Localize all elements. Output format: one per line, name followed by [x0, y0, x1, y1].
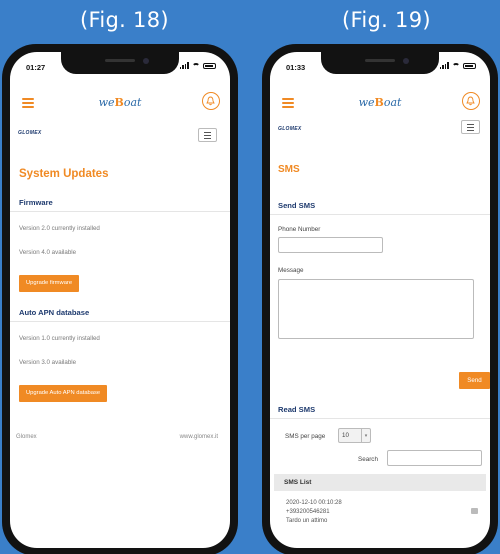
sms-date: 2020-12-10 00:10:28	[286, 500, 342, 506]
phone-screen: 01:27 weBoat GLOMEX System Updates Firmw…	[10, 52, 230, 548]
firmware-available: Version 4.0 available	[19, 249, 77, 256]
read-sms-heading: Read SMS	[270, 405, 490, 419]
app-header: weBoat	[10, 92, 230, 116]
phone-screen: 01:33 weBoat GLOMEX SMS Send SMS Phone N…	[270, 52, 490, 548]
phone-notch	[61, 52, 179, 74]
search-input[interactable]	[387, 450, 482, 466]
firmware-installed: Version 2.0 currently installed	[19, 225, 100, 232]
brand-logo: weBoat	[98, 96, 142, 109]
glomex-logo: GLOMEX	[278, 126, 302, 132]
battery-icon	[203, 62, 216, 69]
send-button[interactable]: Send	[459, 372, 490, 389]
page-title: SMS	[278, 164, 300, 175]
per-page-select[interactable]: 10 ▾	[338, 428, 371, 443]
phone-number-input[interactable]	[278, 237, 383, 253]
chevron-down-icon: ▾	[361, 429, 370, 442]
sms-list-header: SMS List	[274, 474, 486, 491]
caption-fig-19: (Fig. 19)	[342, 8, 431, 32]
apn-heading: Auto APN database	[10, 308, 230, 322]
phone-number-label: Phone Number	[278, 226, 321, 233]
sms-number: +393200546281	[286, 509, 330, 515]
wifi-icon	[192, 62, 200, 69]
per-page-value: 10	[342, 432, 349, 439]
signal-icon	[439, 62, 449, 69]
phone-notch	[321, 52, 439, 74]
bell-icon[interactable]	[462, 92, 480, 110]
apn-installed: Version 1.0 currently installed	[19, 335, 100, 342]
status-time: 01:27	[26, 63, 46, 72]
search-label: Search	[358, 456, 378, 463]
status-icons	[439, 62, 476, 69]
bell-icon[interactable]	[202, 92, 220, 110]
upgrade-firmware-button[interactable]: Upgrade firmware	[19, 275, 80, 292]
hamburger-icon[interactable]	[282, 98, 294, 108]
wifi-icon	[452, 62, 460, 69]
send-sms-heading: Send SMS	[270, 201, 490, 215]
status-icons	[179, 62, 216, 69]
message-textarea[interactable]	[278, 279, 474, 339]
per-page-label: SMS per page	[285, 433, 326, 440]
battery-icon	[463, 62, 476, 69]
footer: Glomex www.glomex.it	[16, 434, 218, 440]
footer-brand: Glomex	[16, 434, 37, 440]
menu-icon[interactable]	[198, 128, 217, 142]
hamburger-icon[interactable]	[22, 98, 34, 108]
app-header: weBoat	[270, 92, 490, 116]
sms-text: Tardo un attimo	[286, 518, 328, 524]
phone-sms: 01:33 weBoat GLOMEX SMS Send SMS Phone N…	[262, 44, 498, 554]
message-label: Message	[278, 267, 304, 274]
glomex-logo: GLOMEX	[18, 130, 42, 136]
caption-fig-18: (Fig. 18)	[80, 8, 169, 32]
trash-icon[interactable]	[471, 508, 478, 514]
menu-icon[interactable]	[461, 120, 480, 134]
brand-logo: weBoat	[358, 96, 402, 109]
status-time: 01:33	[286, 63, 306, 72]
page-title: System Updates	[19, 168, 109, 180]
signal-icon	[179, 62, 189, 69]
apn-available: Version 3.0 available	[19, 359, 77, 366]
upgrade-apn-button[interactable]: Upgrade Auto APN database	[19, 385, 108, 402]
firmware-heading: Firmware	[10, 198, 230, 212]
phone-system-updates: 01:27 weBoat GLOMEX System Updates Firmw…	[2, 44, 238, 554]
footer-link[interactable]: www.glomex.it	[180, 434, 218, 440]
